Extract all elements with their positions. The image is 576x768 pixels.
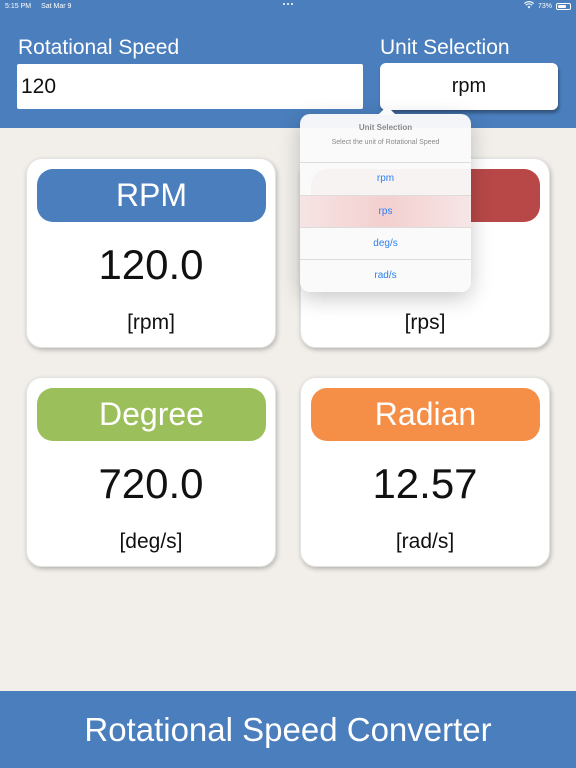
rpm-unit: [rpm] bbox=[127, 311, 175, 334]
header: Rotational Speed Unit Selection rpm bbox=[0, 12, 576, 128]
rotational-speed-input[interactable] bbox=[17, 64, 363, 109]
popover-title: Unit Selection bbox=[358, 123, 413, 132]
app-title-footer: Rotational Speed Converter bbox=[0, 691, 576, 768]
status-time: 5:15 PM bbox=[5, 2, 32, 10]
status-bar: 5:15 PM Sat Mar 9 73% bbox=[0, 0, 576, 12]
popover-message: Select the unit of Rotational Speed bbox=[331, 139, 440, 146]
status-date: Sat Mar 9 bbox=[41, 2, 72, 10]
degree-card: Degree 720.0 [deg/s] bbox=[26, 377, 276, 567]
degree-title-pill: Degree bbox=[37, 388, 266, 441]
unit-selection-popover: Unit Selection Select the unit of Rotati… bbox=[300, 106, 471, 292]
rps-unit: [rps] bbox=[404, 311, 446, 334]
wifi-icon bbox=[523, 1, 534, 11]
unit-option-rps[interactable]: rps bbox=[300, 195, 471, 227]
radian-unit: [rad/s] bbox=[395, 530, 455, 553]
unit-option-rad-s[interactable]: rad/s bbox=[300, 259, 471, 291]
degree-unit: [deg/s] bbox=[119, 530, 183, 553]
degree-value: 720.0 bbox=[98, 460, 204, 507]
battery-icon bbox=[556, 2, 571, 10]
battery-percent: 73% bbox=[537, 2, 552, 10]
rotational-speed-label: Rotational Speed bbox=[18, 36, 180, 59]
rpm-card: RPM 120.0 [rpm] bbox=[26, 158, 276, 348]
rpm-value: 120.0 bbox=[98, 241, 204, 288]
popover-arrow bbox=[378, 106, 396, 115]
radian-card: Radian 12.57 [rad/s] bbox=[300, 377, 550, 567]
radian-title-pill: Radian bbox=[311, 388, 540, 441]
unit-option-deg-s[interactable]: deg/s bbox=[300, 227, 471, 259]
unit-selection-button[interactable]: rpm bbox=[380, 63, 558, 110]
unit-selection-label: Unit Selection bbox=[380, 36, 510, 59]
multitasking-dots-icon bbox=[283, 3, 293, 5]
unit-option-rpm[interactable]: rpm bbox=[300, 162, 471, 194]
radian-value: 12.57 bbox=[372, 460, 478, 507]
rpm-title-pill: RPM bbox=[37, 169, 266, 222]
